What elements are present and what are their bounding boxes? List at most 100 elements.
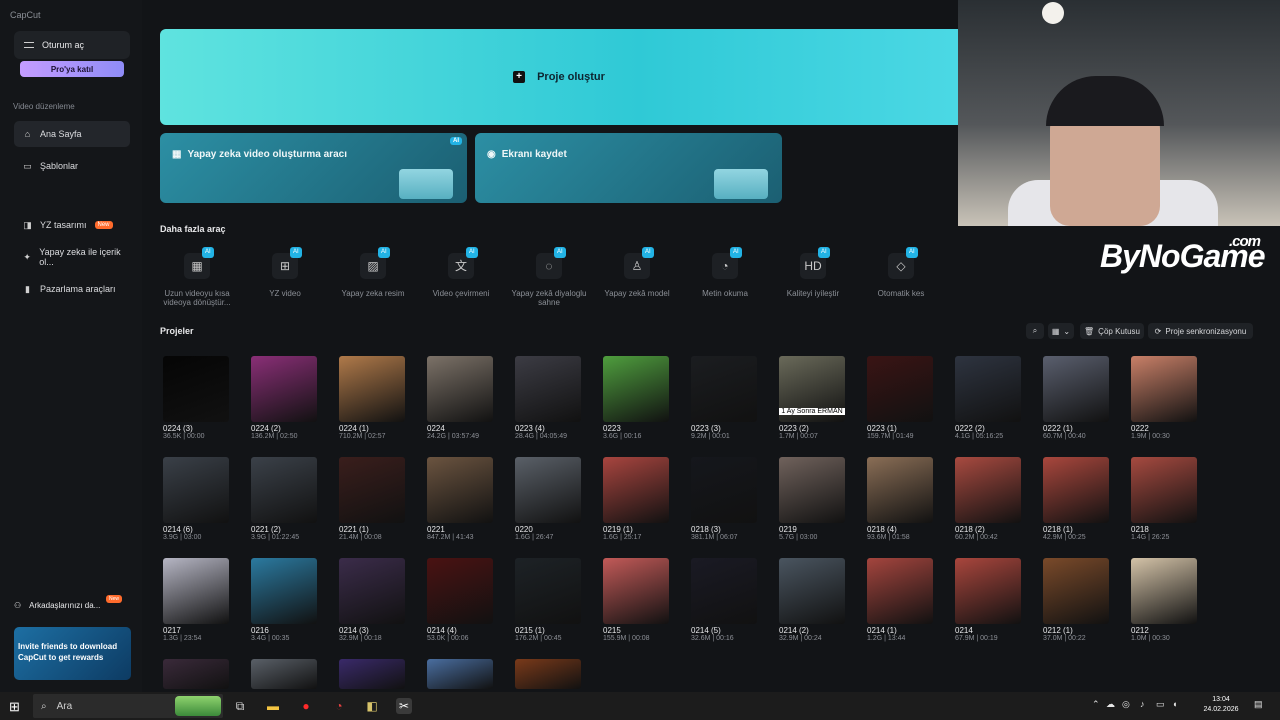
invite-promo-banner[interactable]: Invite friends to download CapCut to get… — [14, 627, 131, 680]
project-tile[interactable] — [339, 659, 405, 689]
tray-app-icon[interactable]: ◎ — [1122, 699, 1130, 710]
project-tile[interactable]: 0220 1.6G | 26:47 — [515, 457, 581, 541]
project-tile[interactable]: 0216 3.4G | 00:35 — [251, 558, 317, 642]
join-pro-button[interactable]: Pro'ya katıl — [20, 61, 124, 77]
project-tile[interactable]: 0218 (1) 42.9M | 00:25 — [1043, 457, 1109, 541]
project-thumbnail — [515, 356, 581, 422]
project-tile[interactable]: 0217 1.3G | 23:54 — [163, 558, 229, 642]
project-tile[interactable]: 0214 (5) 32.6M | 00:16 — [691, 558, 757, 642]
project-tile[interactable]: 0215 (1) 176.2M | 00:45 — [515, 558, 581, 642]
tool-item[interactable]: ◌ AI Yapay zekâ diyaloglu sahne — [508, 247, 590, 307]
invite-friends-item[interactable]: ⚇ Arkadaşlarınızı da... New — [14, 595, 123, 610]
tool-item[interactable]: ▦ AI Uzun videoyu kısa videoya dönüştür... — [156, 247, 238, 307]
project-tile[interactable]: 0218 1.4G | 26:25 — [1131, 457, 1197, 541]
file-explorer-icon[interactable]: ▬ — [265, 698, 281, 714]
notes-app-icon[interactable]: ◧ — [364, 698, 380, 714]
tool-item[interactable]: ◔ AI Metin okuma — [684, 247, 766, 298]
volume-icon[interactable]: ◖ — [1172, 699, 1177, 709]
project-tile[interactable]: 1 Ay Sonra ERMAN 0223 (2) 1.7M | 00:07 — [779, 356, 845, 440]
tool-item[interactable]: ⊞ AI YZ video — [244, 247, 326, 298]
project-name: 0222 — [1131, 424, 1149, 433]
project-name: 0212 (1) — [1043, 626, 1073, 635]
sidebar-item-label: Pazarlama araçları — [40, 284, 116, 294]
project-tile[interactable]: 0218 (4) 93.6M | 01:58 — [867, 457, 933, 541]
project-tile[interactable]: 0214 (6) 3.9G | 03:00 — [163, 457, 229, 541]
network-icon[interactable]: ▭ — [1156, 699, 1165, 710]
login-button[interactable]: Oturum aç — [14, 31, 130, 59]
sidebar-item-home[interactable]: ⌂ Ana Sayfa — [14, 121, 130, 147]
project-meta: 53.0K | 00:06 — [427, 635, 469, 642]
tool-item[interactable]: ♙ AI Yapay zekâ model — [596, 247, 678, 298]
project-meta: 21.4M | 00:08 — [339, 534, 382, 541]
project-tile[interactable]: 0221 (1) 21.4M | 00:08 — [339, 457, 405, 541]
project-tile[interactable]: 0224 (1) 710.2M | 02:57 — [339, 356, 405, 440]
windows-start-icon[interactable]: ⊞ — [9, 699, 20, 715]
project-tile[interactable]: 0222 (1) 60.7M | 00:40 — [1043, 356, 1109, 440]
tool-item[interactable]: ◇ AI Otomatik kes — [860, 247, 942, 298]
project-name: 0220 — [515, 525, 533, 534]
tray-chevron-icon[interactable]: ⌃ — [1092, 699, 1100, 710]
trash-button[interactable]: 🗑 Çöp Kutusu — [1080, 323, 1144, 339]
view-toggle-button[interactable]: ▦ ⌄ — [1048, 323, 1074, 339]
create-project-button[interactable]: + Proje oluştur — [160, 29, 958, 125]
project-tile[interactable]: 0212 1.0M | 00:30 — [1131, 558, 1197, 642]
sidebar-item-templates[interactable]: ▭ Şablonlar — [14, 153, 130, 179]
task-view-icon[interactable]: ⧉ — [232, 698, 248, 714]
project-tile[interactable]: 0222 1.9M | 00:30 — [1131, 356, 1197, 440]
tool-item[interactable]: ▨ AI Yapay zeka resim — [332, 247, 414, 298]
project-sync-button[interactable]: ⟳ Proje senkronizasyonu — [1148, 323, 1253, 339]
project-tile[interactable]: 0224 (3) 36.5K | 00:00 — [163, 356, 229, 440]
project-tile[interactable] — [163, 659, 229, 689]
project-thumbnail — [163, 356, 229, 422]
users-icon: ⚇ — [14, 601, 22, 610]
record-screen-card[interactable]: ◉ Ekranı kaydet — [475, 133, 782, 203]
project-tile[interactable]: 0222 (2) 4.1G | 05:16:25 — [955, 356, 1021, 440]
project-tile[interactable]: 0212 (1) 37.0M | 00:22 — [1043, 558, 1109, 642]
project-tile[interactable]: 0223 (1) 159.7M | 01:49 — [867, 356, 933, 440]
notification-icon[interactable]: ▤ — [1254, 699, 1263, 710]
project-name: 0214 (1) — [867, 626, 897, 635]
tool-item[interactable]: 文 AI Video çevirmeni — [420, 247, 502, 298]
project-tile[interactable]: 0219 (1) 1.6G | 25:17 — [603, 457, 669, 541]
ai-video-generator-card[interactable]: ▦ Yapay zeka video oluşturma aracı AI — [160, 133, 467, 203]
search-projects-button[interactable]: ⌕ — [1026, 323, 1044, 339]
project-tile[interactable]: 0218 (3) 381.1M | 06:07 — [691, 457, 757, 541]
project-tile[interactable]: 0223 3.6G | 00:16 — [603, 356, 669, 440]
project-tile[interactable]: 0214 (1) 1.2G | 13:44 — [867, 558, 933, 642]
project-tile[interactable] — [515, 659, 581, 689]
clock-time: 13:04 — [1212, 696, 1230, 703]
project-meta: 1.9M | 00:30 — [1131, 433, 1170, 440]
project-tile[interactable]: 0221 847.2M | 41:43 — [427, 457, 493, 541]
capcut-taskbar-icon[interactable]: ✂ — [396, 698, 412, 714]
project-tile[interactable]: 0214 (2) 32.9M | 00:24 — [779, 558, 845, 642]
project-tile[interactable]: 0218 (2) 60.2M | 00:42 — [955, 457, 1021, 541]
tool-label: Kaliteyi iyileştir — [786, 289, 840, 298]
project-thumbnail — [955, 356, 1021, 422]
project-tile[interactable]: 0223 (3) 9.2M | 00:01 — [691, 356, 757, 440]
taskbar-clock[interactable]: 13:04 24.02.2026 — [1196, 695, 1246, 715]
tool-item[interactable]: HD AI Kaliteyi iyileştir — [772, 247, 854, 298]
project-tile[interactable] — [427, 659, 493, 689]
plus-icon: + — [513, 71, 526, 83]
ai-badge: AI — [906, 247, 918, 258]
tray-cloud-icon[interactable]: ☁ — [1106, 699, 1115, 710]
project-tile[interactable]: 0214 67.9M | 00:19 — [955, 558, 1021, 642]
opera-browser-icon[interactable]: ● — [298, 698, 314, 714]
media-app-icon[interactable]: ◔ — [331, 698, 347, 714]
project-tile[interactable]: 0214 (3) 32.9M | 00:18 — [339, 558, 405, 642]
project-tile[interactable]: 0224 (2) 136.2M | 02:50 — [251, 356, 317, 440]
sidebar-item-marketing[interactable]: ▮ Pazarlama araçları — [14, 276, 130, 302]
project-tile[interactable]: 0223 (4) 28.4G | 04:05:49 — [515, 356, 581, 440]
project-tile[interactable] — [251, 659, 317, 689]
project-tile[interactable]: 0214 (4) 53.0K | 00:06 — [427, 558, 493, 642]
project-tile[interactable]: 0221 (2) 3.9G | 01:22:45 — [251, 457, 317, 541]
sidebar-item-ai-design[interactable]: ◨ YZ tasarımı New — [14, 212, 130, 238]
microphone-icon[interactable]: ♪ — [1140, 699, 1145, 709]
more-tools-title: Daha fazla araç — [160, 224, 226, 234]
project-meta: 60.7M | 00:40 — [1043, 433, 1086, 440]
taskbar-search[interactable]: ⌕ Ara — [33, 694, 223, 718]
project-tile[interactable]: 0219 5.7G | 03:00 — [779, 457, 845, 541]
project-tile[interactable]: 0224 24.2G | 03:57:49 — [427, 356, 493, 440]
project-tile[interactable]: 0215 155.9M | 00:08 — [603, 558, 669, 642]
sidebar-item-ai-content[interactable]: ✦ Yapay zeka ile içerik ol... — [14, 244, 130, 270]
